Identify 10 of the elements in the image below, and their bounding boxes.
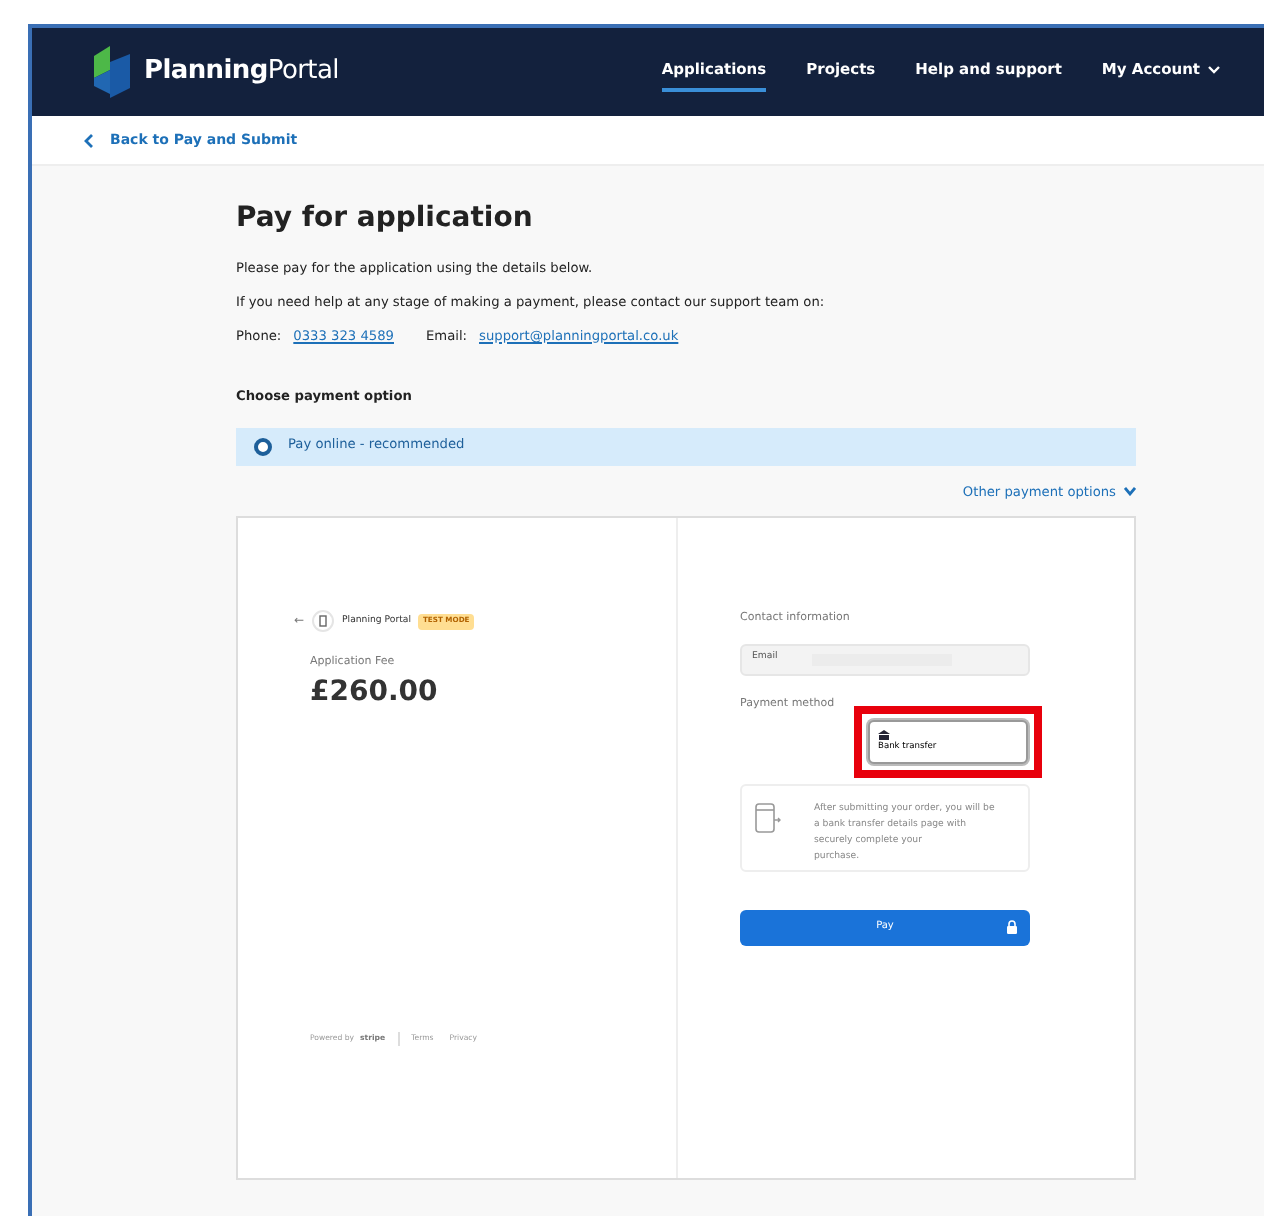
bank-icon (878, 729, 890, 742)
fee-amount: £260.00 (310, 673, 440, 712)
page-title: Pay for application (236, 200, 535, 238)
caret-down-icon (1124, 485, 1136, 496)
logo-icon (88, 44, 136, 100)
lock-icon (1006, 920, 1018, 935)
chevron-left-icon (84, 133, 94, 147)
merchant-logo-icon (312, 610, 335, 633)
logo-text[interactable]: PlanningPortal (144, 52, 339, 92)
device-redirect-icon (754, 801, 782, 834)
